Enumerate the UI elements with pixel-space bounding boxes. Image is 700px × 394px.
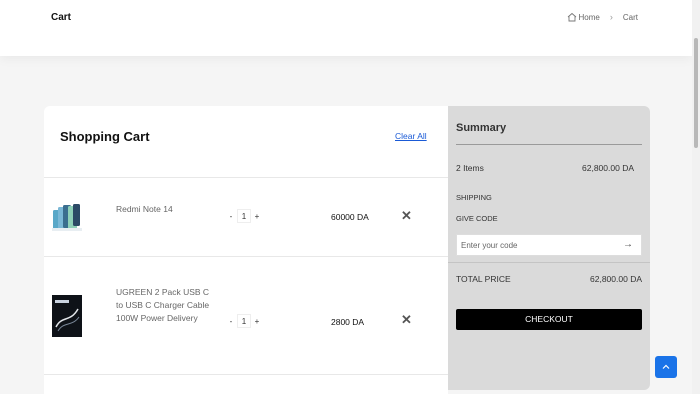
quantity-increase-button[interactable]: +	[253, 317, 261, 326]
divider	[448, 262, 650, 263]
product-image	[52, 295, 82, 337]
close-icon[interactable]: ✕	[401, 208, 412, 224]
summary-panel: Summary 2 Items 62,800.00 DA SHIPPING GI…	[448, 106, 650, 390]
quantity-decrease-button[interactable]: -	[227, 317, 235, 326]
clear-all-link[interactable]: Clear All	[395, 131, 427, 141]
breadcrumb-current: Cart	[622, 12, 638, 22]
cart-panel: Shopping Cart Clear All Redmi Note 14 - …	[44, 106, 448, 394]
checkout-button[interactable]: CHECKOUT	[456, 309, 642, 330]
total-price-value: 62,800.00 DA	[590, 274, 642, 284]
item-price: 60000 DA	[331, 212, 369, 222]
quantity-increase-button[interactable]: +	[253, 212, 261, 221]
quantity-decrease-button[interactable]: -	[227, 212, 235, 221]
quantity-stepper: - 1 +	[227, 314, 261, 328]
product-name: Redmi Note 14	[116, 204, 173, 214]
give-code-label: GIVE CODE	[456, 214, 498, 223]
cart-item: UGREEN 2 Pack USB C to USB C Charger Cab…	[44, 257, 448, 374]
chevron-right-icon: ›	[609, 12, 613, 22]
product-image	[52, 204, 82, 231]
promo-code-field: →	[456, 234, 642, 256]
page-scrollbar[interactable]	[692, 0, 700, 394]
arrow-right-icon[interactable]: →	[623, 239, 633, 250]
cart-item: Redmi Note 14 - 1 + 60000 DA ✕	[44, 178, 448, 256]
chevron-up-icon	[662, 364, 670, 369]
total-price-label: TOTAL PRICE	[456, 274, 511, 284]
divider	[44, 374, 448, 375]
close-icon[interactable]: ✕	[401, 312, 412, 328]
summary-items-label: 2 Items	[456, 163, 484, 173]
page-title: Cart	[51, 12, 72, 23]
header: Cart Home › Cart	[0, 0, 692, 56]
shipping-label: SHIPPING	[456, 193, 492, 202]
quantity-value[interactable]: 1	[237, 209, 251, 223]
breadcrumb: Home › Cart	[567, 12, 638, 22]
cart-title: Shopping Cart	[60, 129, 150, 144]
scrollbar-thumb[interactable]	[694, 38, 698, 148]
quantity-stepper: - 1 +	[227, 209, 261, 223]
item-price: 2800 DA	[331, 317, 365, 327]
divider	[456, 144, 642, 145]
promo-code-input[interactable]	[457, 235, 607, 256]
back-to-top-button[interactable]	[655, 356, 677, 378]
home-icon	[567, 12, 576, 22]
quantity-value[interactable]: 1	[237, 314, 251, 328]
summary-items-value: 62,800.00 DA	[582, 163, 634, 173]
product-name: UGREEN 2 Pack USB C to USB C Charger Cab…	[116, 287, 210, 323]
breadcrumb-home-link[interactable]: Home	[579, 13, 600, 22]
summary-title: Summary	[456, 122, 507, 134]
